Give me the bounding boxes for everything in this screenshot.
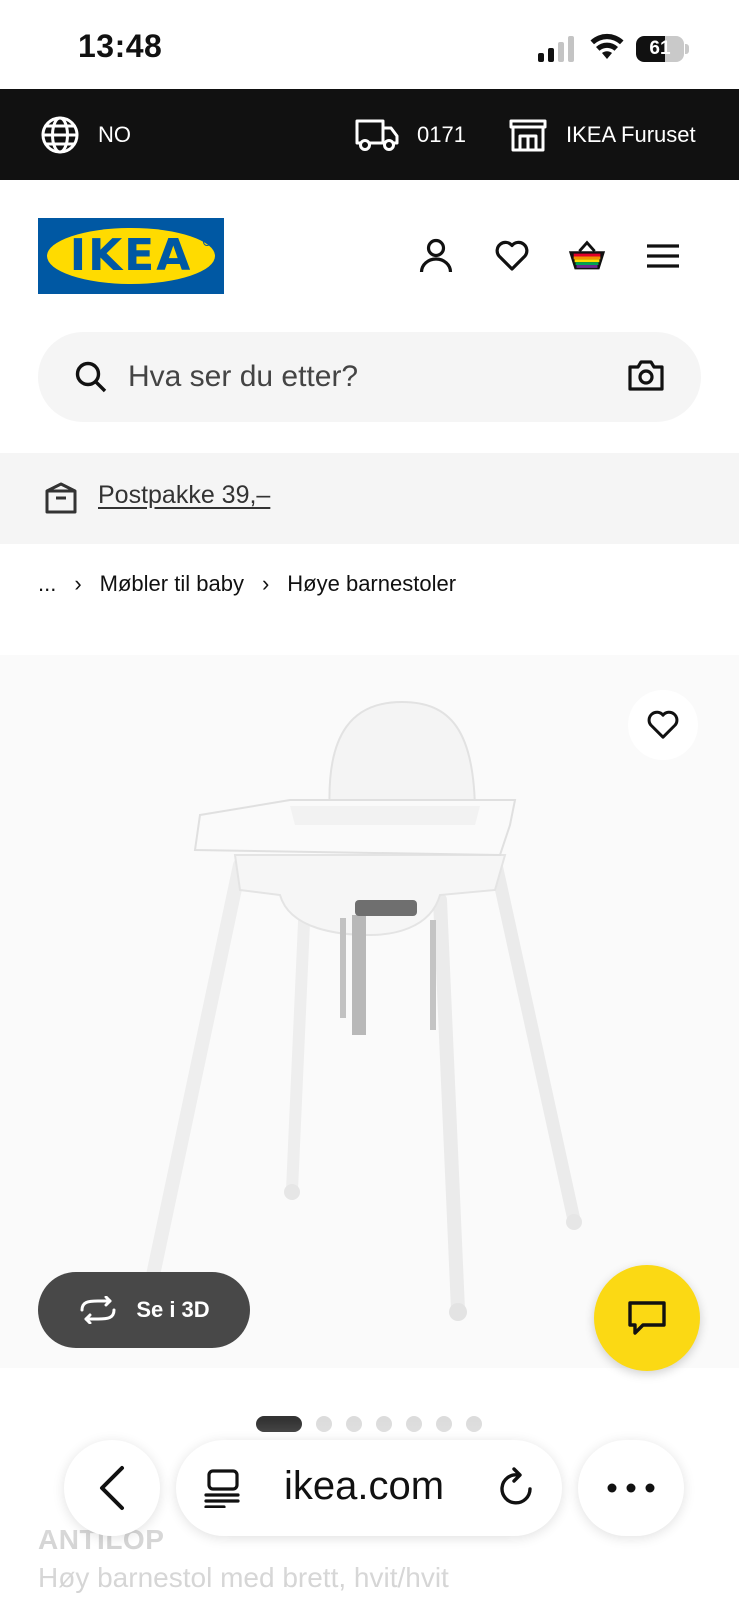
cellular-signal-icon bbox=[538, 36, 574, 62]
account-button[interactable] bbox=[416, 236, 456, 276]
language-label: NO bbox=[98, 121, 131, 147]
parcel-icon bbox=[45, 482, 77, 514]
store-icon bbox=[509, 119, 547, 151]
browser-address-bar[interactable]: ikea.com bbox=[176, 1440, 562, 1536]
shopping-bag-button[interactable] bbox=[567, 236, 607, 276]
chat-button[interactable] bbox=[594, 1265, 700, 1371]
tab-overview-icon[interactable] bbox=[204, 1468, 242, 1508]
postal-code-selector[interactable]: 0171 bbox=[355, 89, 466, 180]
chevron-left-icon bbox=[100, 1466, 124, 1510]
wifi-icon bbox=[590, 33, 624, 59]
delivery-truck-icon bbox=[355, 119, 399, 151]
store-label: IKEA Furuset bbox=[566, 121, 696, 147]
globe-icon bbox=[41, 116, 79, 153]
carousel-dot[interactable] bbox=[316, 1416, 332, 1432]
chat-icon bbox=[628, 1301, 666, 1335]
breadcrumb: ... › Møbler til baby › Høye barnestoler bbox=[38, 568, 456, 600]
search-input[interactable] bbox=[128, 352, 608, 402]
browser-more-button[interactable] bbox=[578, 1440, 684, 1536]
carousel-dot[interactable] bbox=[376, 1416, 392, 1432]
browser-domain: ikea.com bbox=[284, 1464, 445, 1508]
top-bar: NO 0171 IKEA Furuset bbox=[0, 89, 739, 180]
see-in-3d-label: Se i 3D bbox=[136, 1297, 210, 1322]
carousel-dot[interactable] bbox=[436, 1416, 452, 1432]
battery-percent: 61 bbox=[649, 38, 671, 59]
product-description: Høy barnestol med brett, hvit/hvit bbox=[38, 1562, 449, 1593]
carousel-indicator[interactable] bbox=[256, 1416, 496, 1432]
logo-text: IKEA bbox=[69, 230, 193, 281]
site-header: IKEA bbox=[0, 180, 739, 330]
heart-icon bbox=[647, 710, 679, 739]
ikea-logo[interactable]: IKEA bbox=[38, 218, 224, 294]
promo-link[interactable]: Postpakke 39,– bbox=[98, 481, 270, 510]
language-selector[interactable]: NO bbox=[40, 89, 131, 180]
store-selector[interactable]: IKEA Furuset bbox=[508, 89, 696, 180]
breadcrumb-item-baby-furniture[interactable]: Møbler til baby bbox=[100, 571, 244, 597]
search-bar[interactable] bbox=[38, 332, 701, 422]
status-bar: 13:48 61 bbox=[0, 0, 739, 89]
postal-code-label: 0171 bbox=[417, 121, 466, 147]
browser-back-button[interactable] bbox=[64, 1440, 160, 1536]
status-time: 13:48 bbox=[78, 28, 163, 64]
product-image-high-chair bbox=[143, 700, 582, 1321]
favourites-button[interactable] bbox=[492, 236, 532, 276]
user-icon bbox=[419, 238, 453, 273]
breadcrumb-item-high-chairs[interactable]: Høye barnestoler bbox=[287, 571, 456, 597]
heart-icon bbox=[495, 240, 529, 271]
reload-icon[interactable] bbox=[498, 1467, 536, 1509]
hamburger-menu-icon bbox=[647, 244, 679, 268]
carousel-dot-active[interactable] bbox=[256, 1416, 302, 1432]
search-icon bbox=[75, 361, 107, 393]
carousel-dot[interactable] bbox=[406, 1416, 422, 1432]
rotate-3d-icon bbox=[80, 1296, 116, 1324]
see-in-3d-button[interactable]: Se i 3D bbox=[38, 1272, 250, 1348]
more-dots-icon bbox=[607, 1483, 655, 1493]
carousel-dot[interactable] bbox=[346, 1416, 362, 1432]
camera-search-icon[interactable] bbox=[628, 358, 664, 392]
carousel-dot[interactable] bbox=[466, 1416, 482, 1432]
add-to-favourites-button[interactable] bbox=[628, 690, 698, 760]
promo-banner: Postpakke 39,– bbox=[0, 453, 739, 544]
chevron-right-icon: › bbox=[74, 571, 82, 596]
battery-icon: 61 bbox=[636, 36, 689, 62]
menu-button[interactable] bbox=[643, 236, 683, 276]
chevron-right-icon: › bbox=[261, 571, 270, 596]
shopping-bag-icon bbox=[568, 240, 606, 270]
breadcrumb-ellipsis[interactable]: ... bbox=[38, 571, 56, 597]
